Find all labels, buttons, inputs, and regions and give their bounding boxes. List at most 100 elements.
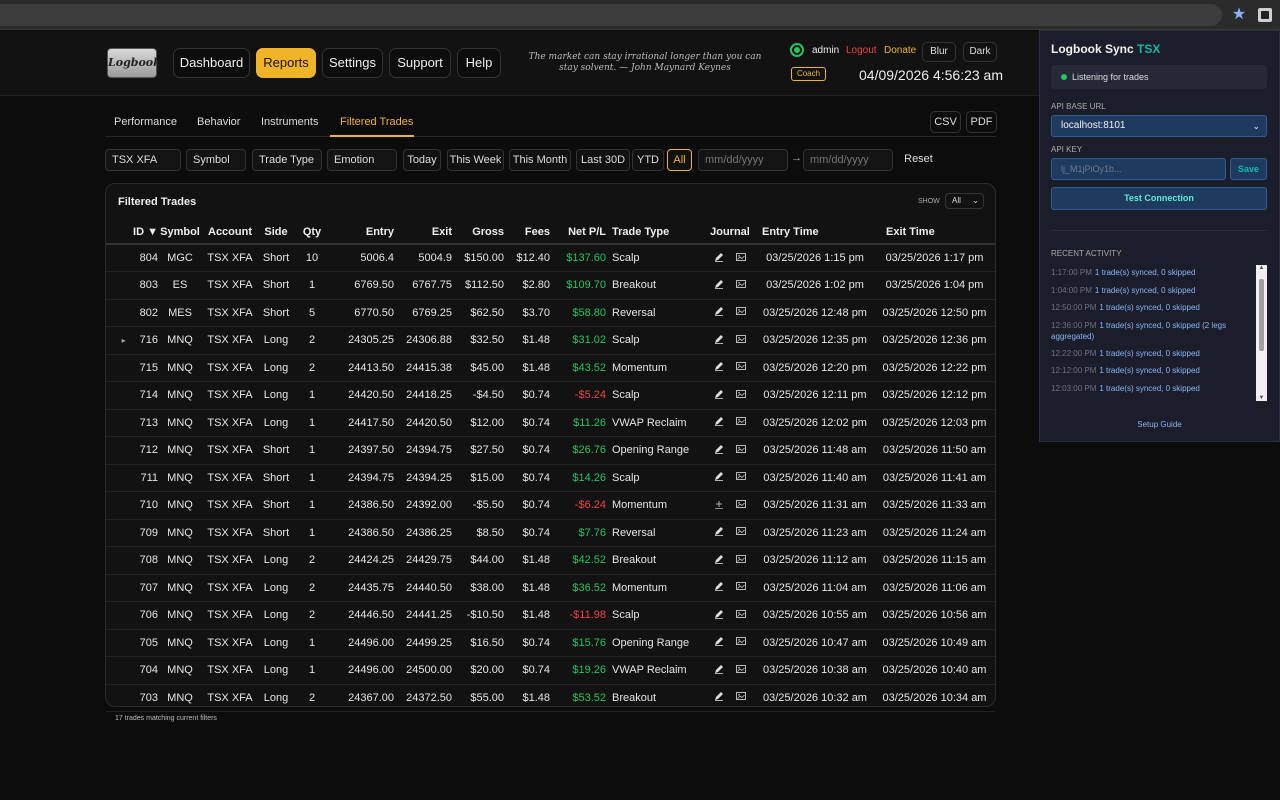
image-icon[interactable] bbox=[736, 582, 747, 594]
nav-settings[interactable]: Settings bbox=[322, 48, 383, 78]
image-icon[interactable] bbox=[736, 279, 747, 292]
table-row[interactable]: 804 MGC TSX XFA Short 10 5006.4 5004.9 $150.00 $… bbox=[106, 244, 995, 272]
add-journal-icon[interactable] bbox=[714, 500, 724, 512]
image-icon[interactable] bbox=[736, 499, 747, 512]
show-select[interactable]: All ⌄ bbox=[945, 193, 984, 209]
save-button[interactable]: Save bbox=[1230, 158, 1267, 180]
edit-journal-icon[interactable] bbox=[714, 554, 724, 567]
edit-journal-icon[interactable] bbox=[714, 472, 724, 484]
export-csv-button[interactable]: CSV bbox=[930, 111, 961, 133]
account-filter[interactable]: TSX XFA bbox=[105, 149, 181, 171]
scroll-up-icon[interactable]: ▲ bbox=[1258, 265, 1265, 271]
range-month-button[interactable]: This Month bbox=[509, 149, 571, 171]
col-gross[interactable]: Gross bbox=[452, 220, 504, 245]
export-pdf-button[interactable]: PDF bbox=[966, 111, 997, 133]
col-qty[interactable]: Qty bbox=[294, 220, 330, 245]
table-row[interactable]: 704 MNQ TSX XFA Long 1 24496.00 24500.00 $20.00… bbox=[106, 656, 995, 685]
table-row[interactable]: 705 MNQ TSX XFA Long 1 24496.00 24499.25 $16.50… bbox=[106, 629, 995, 657]
scroll-thumb[interactable] bbox=[1259, 279, 1264, 351]
edit-journal-icon[interactable] bbox=[714, 609, 724, 622]
reset-button[interactable]: Reset bbox=[899, 149, 938, 171]
edit-journal-icon[interactable] bbox=[714, 252, 724, 265]
edit-journal-icon[interactable] bbox=[714, 307, 724, 319]
edit-journal-icon[interactable] bbox=[714, 417, 724, 429]
logo[interactable]: Logbook bbox=[107, 48, 161, 78]
table-row[interactable]: 707 MNQ TSX XFA Long 2 24435.75 24440.50 $38.00… bbox=[106, 574, 995, 602]
edit-journal-icon[interactable] bbox=[714, 582, 724, 594]
col-entry[interactable]: Entry bbox=[330, 220, 394, 245]
image-icon[interactable] bbox=[736, 554, 747, 567]
table-row[interactable]: ▸ 716 MNQ TSX XFA Long 2 24305.25 24306.88 $32.5… bbox=[106, 326, 995, 355]
image-icon[interactable] bbox=[736, 527, 747, 539]
range-all-button[interactable]: All bbox=[667, 149, 692, 171]
image-icon[interactable] bbox=[736, 334, 747, 347]
tab-behavior[interactable]: Behavior bbox=[197, 116, 240, 128]
edit-journal-icon[interactable] bbox=[714, 362, 724, 374]
edit-journal-icon[interactable] bbox=[714, 692, 724, 704]
test-connection-button[interactable]: Test Connection bbox=[1051, 187, 1267, 210]
trade-type-filter[interactable]: Trade Type bbox=[252, 149, 322, 171]
address-bar[interactable] bbox=[0, 4, 1222, 26]
range-30d-button[interactable]: Last 30D bbox=[576, 149, 630, 171]
nav-help[interactable]: Help bbox=[457, 48, 501, 78]
nav-reports[interactable]: Reports bbox=[256, 48, 316, 78]
range-week-button[interactable]: This Week bbox=[447, 149, 504, 171]
range-ytd-button[interactable]: YTD bbox=[632, 149, 664, 171]
image-icon[interactable] bbox=[736, 307, 747, 319]
tab-filtered-trades[interactable]: Filtered Trades bbox=[340, 116, 413, 128]
image-icon[interactable] bbox=[736, 252, 747, 265]
col-exit[interactable]: Exit bbox=[394, 220, 452, 245]
activity-scrollbar[interactable]: ▲ ▼ bbox=[1256, 265, 1267, 401]
col-net-pl[interactable]: Net P/L bbox=[550, 220, 606, 245]
nav-dashboard[interactable]: Dashboard bbox=[173, 48, 250, 78]
edit-journal-icon[interactable] bbox=[714, 279, 724, 292]
edit-journal-icon[interactable] bbox=[714, 334, 724, 347]
date-from-input[interactable]: mm/dd/yyyy bbox=[698, 149, 788, 171]
col-id[interactable]: ID ▼ bbox=[106, 220, 158, 245]
symbol-filter[interactable]: Symbol bbox=[186, 149, 246, 171]
col-fees[interactable]: Fees bbox=[504, 220, 550, 245]
tab-performance[interactable]: Performance bbox=[114, 116, 177, 128]
api-key-input[interactable]: lj_M1jPiOy1b... bbox=[1051, 158, 1226, 180]
extension-icon[interactable] bbox=[1258, 8, 1272, 22]
nav-support[interactable]: Support bbox=[389, 48, 451, 78]
col-side[interactable]: Side bbox=[258, 220, 294, 245]
setup-guide-link[interactable]: Setup Guide bbox=[1040, 420, 1279, 429]
table-row[interactable]: 711 MNQ TSX XFA Short 1 24394.75 24394.25 $15.0… bbox=[106, 464, 995, 492]
edit-journal-icon[interactable] bbox=[714, 444, 724, 457]
table-row[interactable]: 713 MNQ TSX XFA Long 1 24417.50 24420.50 $12.00… bbox=[106, 409, 995, 437]
table-row[interactable]: 802 MES TSX XFA Short 5 6770.50 6769.25 $62.50 $… bbox=[106, 299, 995, 327]
image-icon[interactable] bbox=[736, 472, 747, 484]
image-icon[interactable] bbox=[736, 417, 747, 429]
dark-mode-button[interactable]: Dark bbox=[963, 42, 997, 62]
image-icon[interactable] bbox=[736, 609, 747, 622]
image-icon[interactable] bbox=[736, 362, 747, 374]
table-row[interactable]: 712 MNQ TSX XFA Short 1 24397.50 24394.75 $27.5… bbox=[106, 436, 995, 465]
edit-journal-icon[interactable] bbox=[714, 527, 724, 539]
logout-link[interactable]: Logout bbox=[846, 45, 877, 56]
range-today-button[interactable]: Today bbox=[403, 149, 441, 171]
col-exit-time[interactable]: Exit Time bbox=[874, 220, 995, 245]
image-icon[interactable] bbox=[736, 389, 747, 402]
col-trade-type[interactable]: Trade Type bbox=[606, 220, 704, 245]
table-row[interactable]: 708 MNQ TSX XFA Long 2 24424.25 24429.75 $44.00… bbox=[106, 546, 995, 575]
table-row[interactable]: 710 MNQ TSX XFA Short 1 24386.50 24392.00 -$5.5… bbox=[106, 491, 995, 520]
date-to-input[interactable]: mm/dd/yyyy bbox=[803, 149, 893, 171]
table-row[interactable]: 709 MNQ TSX XFA Short 1 24386.50 24386.25 $8.50… bbox=[106, 519, 995, 547]
edit-journal-icon[interactable] bbox=[714, 637, 724, 649]
tab-instruments[interactable]: Instruments bbox=[261, 116, 318, 128]
table-row[interactable]: 714 MNQ TSX XFA Long 1 24420.50 24418.25 -$4.50… bbox=[106, 381, 995, 410]
expand-caret-icon[interactable]: ▸ bbox=[122, 336, 126, 345]
edit-journal-icon[interactable] bbox=[714, 664, 724, 677]
donate-link[interactable]: Donate bbox=[884, 45, 916, 56]
image-icon[interactable] bbox=[736, 444, 747, 457]
col-entry-time[interactable]: Entry Time bbox=[756, 220, 874, 245]
api-base-select[interactable]: localhost:8101 ⌄ bbox=[1051, 115, 1267, 137]
emotion-filter[interactable]: Emotion bbox=[327, 149, 397, 171]
table-row[interactable]: 715 MNQ TSX XFA Long 2 24413.50 24415.38 $45.00… bbox=[106, 354, 995, 382]
bookmark-star-icon[interactable]: ★ bbox=[1230, 6, 1248, 24]
table-row[interactable]: 706 MNQ TSX XFA Long 2 24446.50 24441.25 -$10.5… bbox=[106, 601, 995, 630]
table-row[interactable]: 703 MNQ TSX XFA Long 2 24367.00 24372.50 $55.00… bbox=[106, 684, 995, 712]
scroll-down-icon[interactable]: ▼ bbox=[1258, 395, 1265, 401]
blur-button[interactable]: Blur bbox=[922, 42, 956, 62]
